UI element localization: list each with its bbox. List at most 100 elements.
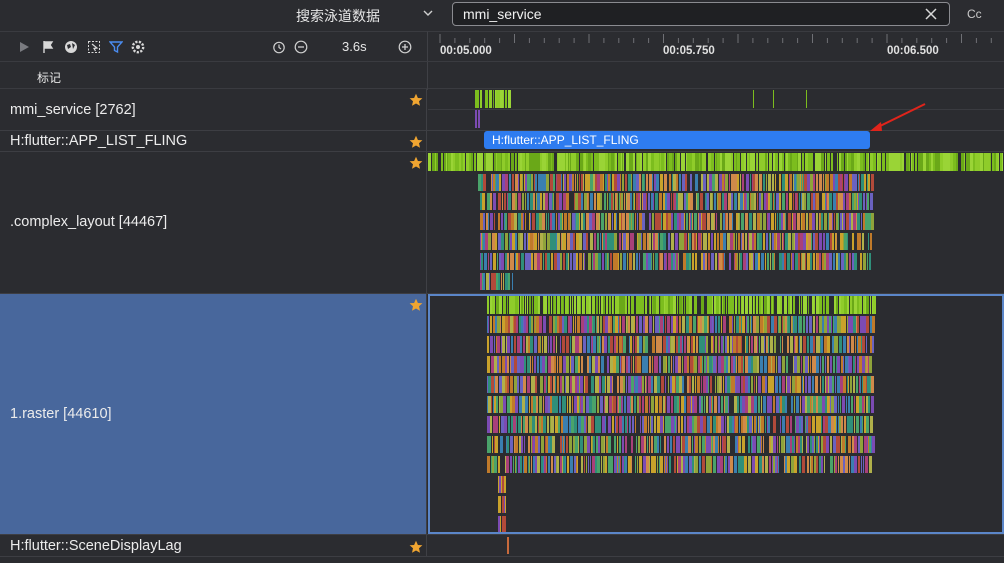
lane-mmi-service[interactable]: mmi_service [2762] [0, 89, 1004, 131]
trace-slice [627, 233, 629, 250]
trace-slice [693, 316, 696, 333]
trace-slice [570, 336, 571, 353]
star-icon[interactable] [409, 156, 423, 170]
lane-header[interactable]: 1.raster [44610] [0, 294, 427, 534]
lane-scene-display-lag[interactable]: H:flutter::SceneDisplayLag [0, 535, 1004, 557]
trace-slice [862, 416, 863, 433]
star-icon[interactable] [409, 93, 423, 107]
trace-slice [711, 233, 713, 250]
trace-slice [864, 396, 865, 413]
trace-slice [660, 456, 663, 473]
trace-slice [583, 213, 585, 230]
trace-slice [565, 456, 566, 473]
trace-slice [604, 193, 606, 210]
search-scope-dropdown[interactable]: 搜索泳道数据 [296, 6, 380, 26]
trace-slice [617, 376, 619, 393]
trace-slice [721, 376, 722, 393]
lane-header[interactable]: .complex_layout [44467] [0, 152, 427, 293]
trace-slice [758, 376, 761, 393]
trace-slice [857, 213, 860, 230]
trace-slice [854, 396, 855, 413]
zoom-out-icon[interactable] [294, 40, 308, 54]
trace-slice [649, 456, 650, 473]
flag-icon[interactable] [41, 40, 55, 54]
trace-slice [593, 396, 596, 413]
trace-slice [629, 253, 632, 270]
time-ruler[interactable]: 00:05.000 00:05.750 00:06.500 [427, 31, 1004, 62]
trace-slice [812, 376, 814, 393]
trace-slice [676, 174, 678, 191]
trace-slice [481, 253, 483, 270]
trace-slice [819, 174, 822, 191]
trace-slice [759, 233, 762, 250]
trace-slice [551, 253, 553, 270]
trace-slice [806, 90, 807, 108]
lane-complex-layout[interactable]: .complex_layout [44467] [0, 152, 1004, 294]
trace-slice [554, 296, 556, 314]
trace-slice [830, 456, 833, 473]
top-bar: 搜索泳道数据 Cc [0, 0, 1004, 31]
trace-slice [560, 336, 561, 353]
trace-slice [579, 233, 582, 250]
trace-slice [740, 174, 741, 191]
trace-slice [715, 316, 717, 333]
gear-icon[interactable] [131, 40, 145, 54]
trace-slice [843, 336, 846, 353]
trace-slice [674, 456, 676, 473]
trace-slice [529, 296, 531, 314]
trace-slice [699, 456, 701, 473]
trace-slice [660, 356, 661, 373]
globe-icon[interactable] [64, 40, 78, 54]
stack-slices [480, 273, 514, 290]
timer-reset-icon[interactable] [272, 40, 286, 54]
search-input[interactable] [463, 6, 903, 22]
trace-slice [761, 416, 764, 433]
trace-slice [622, 213, 625, 230]
match-case-button[interactable]: Cc [967, 7, 982, 21]
trace-slice [607, 356, 609, 373]
fling-slice[interactable]: H:flutter::APP_LIST_FLING [484, 131, 870, 149]
trace-slice [567, 396, 568, 413]
lane-track[interactable] [428, 535, 1004, 556]
trace-slice [752, 416, 753, 433]
search-box[interactable] [452, 2, 950, 26]
play-icon[interactable] [17, 40, 31, 54]
trace-slice [736, 233, 737, 250]
trace-slice [581, 193, 583, 210]
lane-track[interactable] [428, 294, 1004, 534]
trace-slice [785, 396, 787, 413]
star-icon[interactable] [409, 135, 423, 149]
trace-slice [540, 336, 541, 353]
trace-slice [661, 213, 662, 230]
trace-slice [794, 316, 797, 333]
trace-slice [589, 356, 591, 373]
trace-slice [754, 233, 756, 250]
lane-header[interactable]: H:flutter::APP_LIST_FLING [0, 131, 427, 151]
trace-slice [849, 336, 850, 353]
trace-slice [633, 153, 635, 171]
trace-slice [858, 456, 860, 473]
trace-slice [618, 253, 619, 270]
trace-slice [732, 296, 734, 314]
select-area-icon[interactable] [87, 40, 101, 54]
trace-slice [790, 416, 792, 433]
lane-header[interactable]: mmi_service [2762] [0, 89, 427, 130]
trace-slice [830, 436, 832, 453]
trace-slice [630, 336, 632, 353]
trace-slice [525, 193, 526, 210]
close-icon[interactable] [924, 7, 938, 21]
trace-slice [729, 174, 730, 191]
star-icon[interactable] [409, 540, 423, 554]
lane-header[interactable]: H:flutter::SceneDisplayLag [0, 535, 427, 556]
star-icon[interactable] [409, 298, 423, 312]
trace-slice [779, 174, 781, 191]
chevron-down-icon[interactable] [423, 8, 433, 18]
zoom-in-icon[interactable] [398, 40, 412, 54]
trace-slice [844, 416, 846, 433]
filter-icon[interactable] [109, 40, 123, 54]
trace-slice [592, 213, 595, 230]
lane-track[interactable] [428, 152, 1004, 293]
trace-slice [651, 396, 654, 413]
cpu-slices [748, 90, 808, 108]
lane-raster[interactable]: 1.raster [44610] [0, 294, 1004, 535]
